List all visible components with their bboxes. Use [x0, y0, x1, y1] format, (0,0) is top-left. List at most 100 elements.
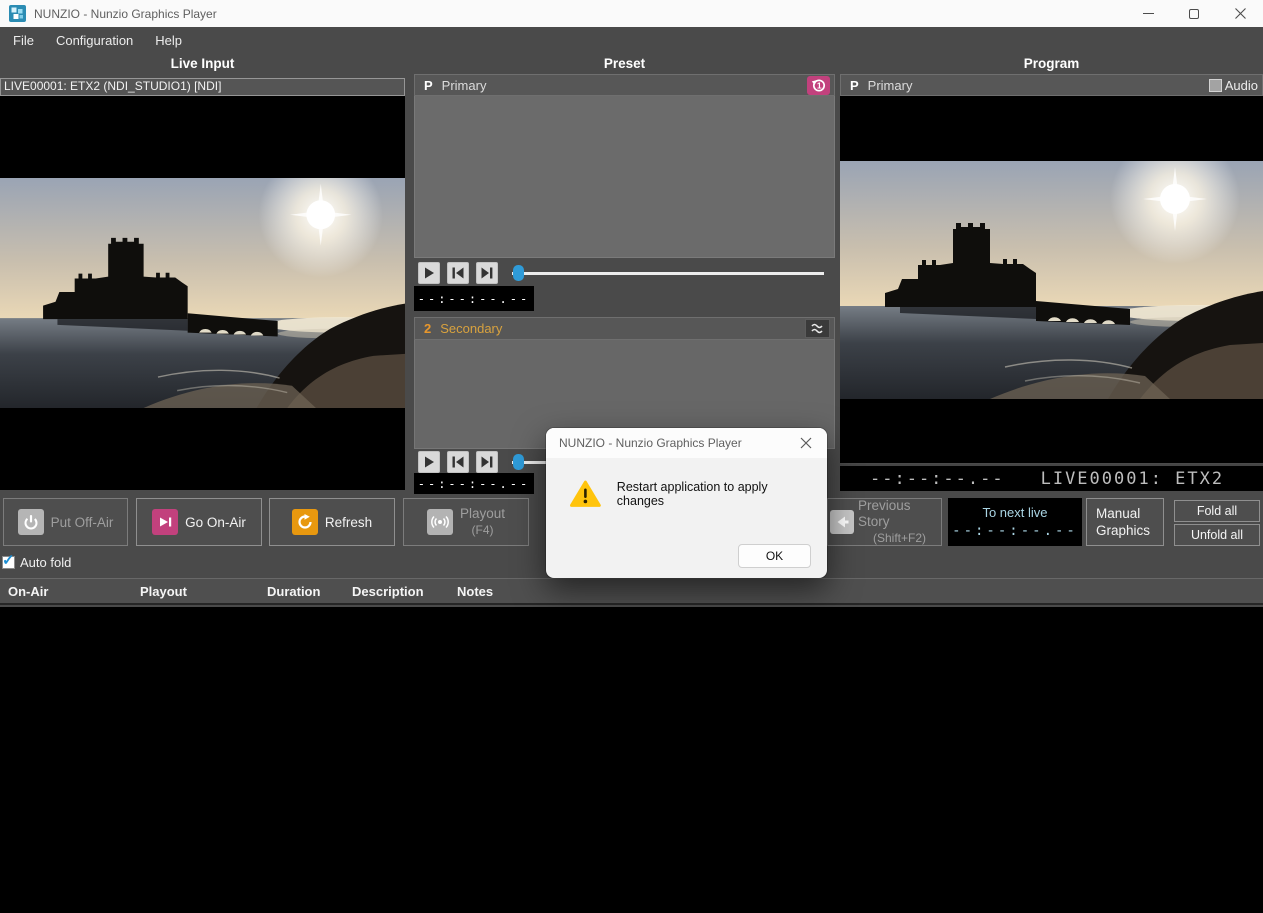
unfold-all-label: Unfold all: [1191, 528, 1243, 542]
refresh-button[interactable]: Refresh: [269, 498, 395, 546]
playout-label: Playout: [460, 506, 505, 522]
dialog-body: Restart application to apply changes: [546, 458, 827, 508]
go-on-air-button[interactable]: Go On-Air: [136, 498, 262, 546]
preset-secondary-timecode: --:--:--.--: [414, 473, 534, 494]
checkmark-icon: ✓: [2, 551, 15, 569]
program-header: Program: [840, 56, 1263, 71]
preset-history-button[interactable]: 1: [807, 76, 830, 95]
auto-fold-control: ✓ Auto fold: [2, 555, 71, 570]
playlist-body: [0, 607, 1263, 913]
dialog-close-button[interactable]: [785, 428, 827, 458]
previous-arrow-icon: [830, 510, 854, 534]
double-wave-icon: [810, 322, 826, 335]
fold-all-label: Fold all: [1197, 504, 1237, 518]
fold-all-button[interactable]: Fold all: [1174, 500, 1260, 522]
manual-graphics-label: Manual Graphics: [1096, 505, 1163, 539]
program-timecode: --:--:--.--: [870, 469, 1005, 489]
audio-label: Audio: [1225, 78, 1258, 93]
history-1-icon: 1: [811, 77, 827, 93]
preset-secondary-header: 2 Secondary: [414, 317, 835, 340]
on-air-play-icon: [152, 509, 178, 535]
previous-story-shortcut: (Shift+F2): [873, 530, 926, 546]
live-video-frame: [0, 178, 405, 408]
menu-file[interactable]: File: [2, 27, 45, 55]
column-playout[interactable]: Playout: [140, 579, 187, 604]
preset-primary-header: P Primary 1: [414, 74, 835, 96]
preset-secondary-skip-end-button[interactable]: [476, 451, 498, 473]
preset-secondary-label: Secondary: [440, 321, 502, 336]
column-description[interactable]: Description: [352, 579, 424, 604]
preset-secondary-skip-start-button[interactable]: [447, 451, 469, 473]
close-icon: [800, 437, 812, 449]
preset-secondary-badge: 2: [424, 321, 431, 336]
refresh-label: Refresh: [325, 515, 372, 530]
playlist-header-row: On-Air Playout Duration Description Note…: [0, 578, 1263, 605]
title-bar: NUNZIO - Nunzio Graphics Player: [0, 0, 1263, 27]
preset-primary-skip-start-button[interactable]: [447, 262, 469, 284]
ok-label: OK: [766, 549, 783, 563]
put-off-air-button[interactable]: Put Off-Air: [3, 498, 128, 546]
program-video-preview: [840, 96, 1263, 463]
preset-secondary-collapse-button[interactable]: [805, 319, 830, 338]
preset-primary-preview: [414, 96, 835, 258]
column-duration[interactable]: Duration: [267, 579, 320, 604]
skip-to-end-icon: [480, 266, 494, 280]
skip-to-start-icon: [451, 266, 465, 280]
preset-primary-timecode: --:--:--.--: [414, 286, 534, 311]
close-button[interactable]: [1217, 0, 1263, 27]
refresh-icon: [292, 509, 318, 535]
preset-primary-label: Primary: [442, 78, 487, 93]
live-video-preview: [0, 96, 405, 490]
preset-primary-seek-slider[interactable]: [512, 262, 824, 284]
svg-text:1: 1: [816, 81, 821, 91]
window-title: NUNZIO - Nunzio Graphics Player: [34, 7, 217, 21]
dialog-title: NUNZIO - Nunzio Graphics Player: [559, 436, 742, 450]
warning-icon: [570, 480, 601, 508]
slider-thumb[interactable]: [513, 265, 524, 281]
program-primary-header: P Primary Audio: [840, 74, 1263, 96]
preset-primary-play-button[interactable]: [418, 262, 440, 284]
column-on-air[interactable]: On-Air: [8, 579, 48, 604]
skip-to-end-icon: [480, 455, 494, 469]
previous-story-button[interactable]: Previous Story (Shift+F2): [827, 498, 942, 546]
unfold-all-button[interactable]: Unfold all: [1174, 524, 1260, 546]
preset-secondary-play-button[interactable]: [418, 451, 440, 473]
menu-help[interactable]: Help: [144, 27, 193, 55]
preset-primary-badge: P: [424, 78, 433, 93]
dialog-title-bar: NUNZIO - Nunzio Graphics Player: [546, 428, 827, 458]
power-icon: [18, 509, 44, 535]
menu-bar: File Configuration Help: [0, 27, 1263, 55]
program-primary-badge: P: [850, 78, 859, 93]
column-notes[interactable]: Notes: [457, 579, 493, 604]
minimize-button[interactable]: [1125, 0, 1171, 27]
maximize-icon: [1189, 9, 1199, 19]
playout-button[interactable]: Playout (F4): [403, 498, 529, 546]
preset-primary-controls: [414, 260, 835, 286]
close-icon: [1235, 8, 1246, 19]
put-off-air-label: Put Off-Air: [51, 515, 114, 530]
menu-configuration[interactable]: Configuration: [45, 27, 144, 55]
app-window: NUNZIO - Nunzio Graphics Player File Con…: [0, 0, 1263, 913]
go-on-air-label: Go On-Air: [185, 515, 246, 530]
previous-story-label: Previous Story: [858, 498, 941, 530]
to-next-live-display: To next live --:--:--.--: [948, 498, 1082, 546]
program-source: LIVE00001: ETX2: [1041, 469, 1225, 489]
program-video-frame: [840, 161, 1263, 399]
program-primary-label: Primary: [868, 78, 913, 93]
minimize-icon: [1143, 13, 1154, 14]
auto-fold-checkbox[interactable]: ✓: [2, 556, 15, 569]
ok-button[interactable]: OK: [738, 544, 811, 568]
preset-primary-skip-end-button[interactable]: [476, 262, 498, 284]
audio-checkbox[interactable]: [1209, 79, 1222, 92]
to-next-live-timecode: --:--:--.--: [952, 523, 1078, 539]
broadcast-icon: [427, 509, 453, 535]
restart-dialog: NUNZIO - Nunzio Graphics Player Restart …: [546, 428, 827, 578]
app-icon: [9, 5, 26, 22]
live-source-label: LIVE00001: ETX2 (NDI_STUDIO1) [NDI]: [0, 78, 405, 96]
manual-graphics-button[interactable]: Manual Graphics: [1086, 498, 1164, 546]
maximize-button[interactable]: [1171, 0, 1217, 27]
slider-track[interactable]: [512, 272, 824, 275]
slider-thumb[interactable]: [513, 454, 524, 470]
preset-header: Preset: [414, 56, 835, 71]
to-next-live-label: To next live: [982, 505, 1047, 520]
